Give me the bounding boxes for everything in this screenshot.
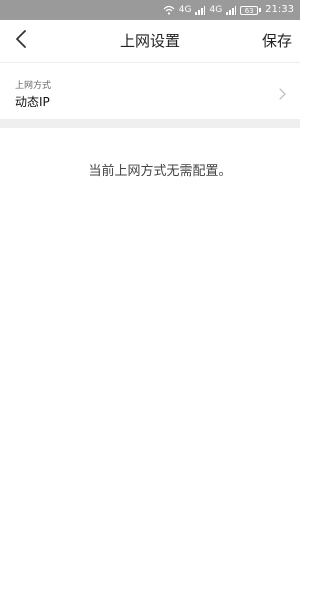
connection-type-value: 动态IP [15,95,50,109]
header: 上网设置 保存 [0,20,300,63]
page-title: 上网设置 [119,32,180,50]
network-type-label: 4G [178,5,192,15]
clock: 21:33 [265,4,294,15]
no-config-message: 当前上网方式无需配置。 [88,164,232,179]
chevron-right-icon [279,85,286,104]
section-divider [0,119,300,128]
status-icons: 4G 4G 63 21:33 [163,0,294,20]
network-type-label: 4G [209,5,223,15]
save-button[interactable]: 保存 [262,20,292,62]
signal-icon [195,5,206,15]
wifi-icon [163,5,175,15]
battery-level: 63 [240,5,259,15]
battery-icon: 63 [240,5,262,15]
connection-type-row[interactable]: 上网方式 动态IP [0,63,300,119]
status-bar: 4G 4G 63 21:33 [0,0,300,20]
connection-type-label: 上网方式 [15,81,52,91]
signal-icon [226,5,237,15]
